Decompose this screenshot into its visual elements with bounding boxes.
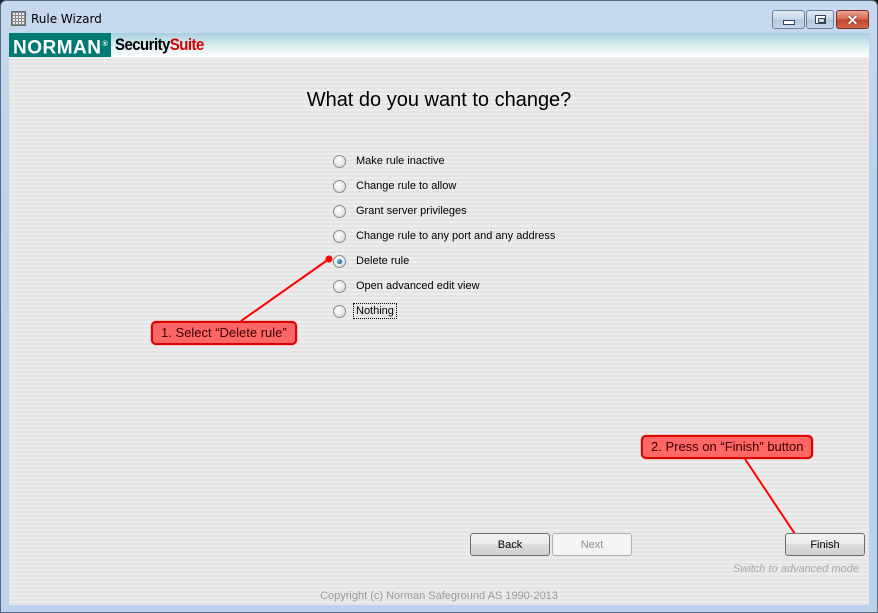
annotation-dot-1 (325, 255, 333, 263)
annotation-callout-step1: 1. Select “Delete rule” (151, 321, 297, 345)
radio-button-selected[interactable] (333, 254, 346, 268)
option-open-advanced-edit-view[interactable]: Open advanced edit view (333, 277, 483, 295)
annotation-lines (240, 255, 805, 547)
option-change-rule-to-allow[interactable]: Change rule to allow (333, 177, 459, 195)
option-make-rule-inactive[interactable]: Make rule inactive (333, 152, 448, 170)
option-label[interactable]: Nothing (353, 303, 397, 319)
next-button[interactable]: Next (552, 533, 632, 556)
option-delete-rule[interactable]: Delete rule (333, 252, 412, 270)
option-label[interactable]: Open advanced edit view (353, 278, 483, 294)
radio-button[interactable] (333, 179, 346, 193)
finish-button[interactable]: Finish (785, 533, 865, 556)
annotation-callout-step2: 2. Press on “Finish” button (641, 435, 814, 459)
switch-to-advanced-mode-link[interactable]: Switch to advanced mode (733, 563, 859, 575)
annotation-line-2 (744, 458, 802, 544)
registered-mark: ® (102, 41, 109, 48)
radio-button[interactable] (333, 279, 346, 293)
option-label[interactable]: Make rule inactive (353, 153, 448, 169)
maximize-icon (814, 15, 826, 24)
back-button[interactable]: Back (470, 533, 550, 556)
security-suite-logo: SecuritySuite (115, 33, 204, 57)
option-label[interactable]: Change rule to allow (353, 178, 459, 194)
option-label[interactable]: Delete rule (353, 253, 412, 269)
logo-suite: Suite (169, 35, 204, 54)
window-title: Rule Wizard (31, 12, 102, 26)
annotation-line-1 (240, 258, 330, 322)
norman-logo: NORMAN® (9, 33, 111, 59)
copyright-text: Copyright (c) Norman Safeground AS 1990-… (320, 590, 558, 602)
close-button[interactable]: ✕ (836, 10, 869, 29)
option-grant-server-privileges[interactable]: Grant server privileges (333, 202, 470, 220)
radio-button[interactable] (333, 154, 346, 168)
logo-security: Security (115, 35, 170, 54)
radio-button[interactable] (333, 229, 346, 243)
option-label[interactable]: Change rule to any port and any address (353, 228, 558, 244)
option-nothing[interactable]: Nothing (333, 302, 397, 320)
page-title: What do you want to change? (306, 89, 572, 111)
minimize-icon (782, 19, 795, 25)
close-icon: ✕ (846, 11, 859, 28)
rule-wizard-window: Rule Wizard ✕ NORMAN® SecuritySuite What… (0, 0, 878, 613)
wizard-content: What do you want to change? Make rule in… (9, 57, 869, 605)
minimize-button[interactable] (772, 10, 805, 29)
firewall-grid-icon (11, 11, 26, 26)
radio-button[interactable] (333, 304, 346, 318)
option-label[interactable]: Grant server privileges (353, 203, 470, 219)
maximize-button[interactable] (806, 10, 834, 29)
radio-button[interactable] (333, 204, 346, 218)
title-bar[interactable]: Rule Wizard ✕ (1, 1, 877, 33)
option-any-port-any-address[interactable]: Change rule to any port and any address (333, 227, 558, 245)
brand-header: NORMAN® SecuritySuite (9, 33, 869, 59)
norman-logo-text: NORMAN (13, 37, 102, 59)
